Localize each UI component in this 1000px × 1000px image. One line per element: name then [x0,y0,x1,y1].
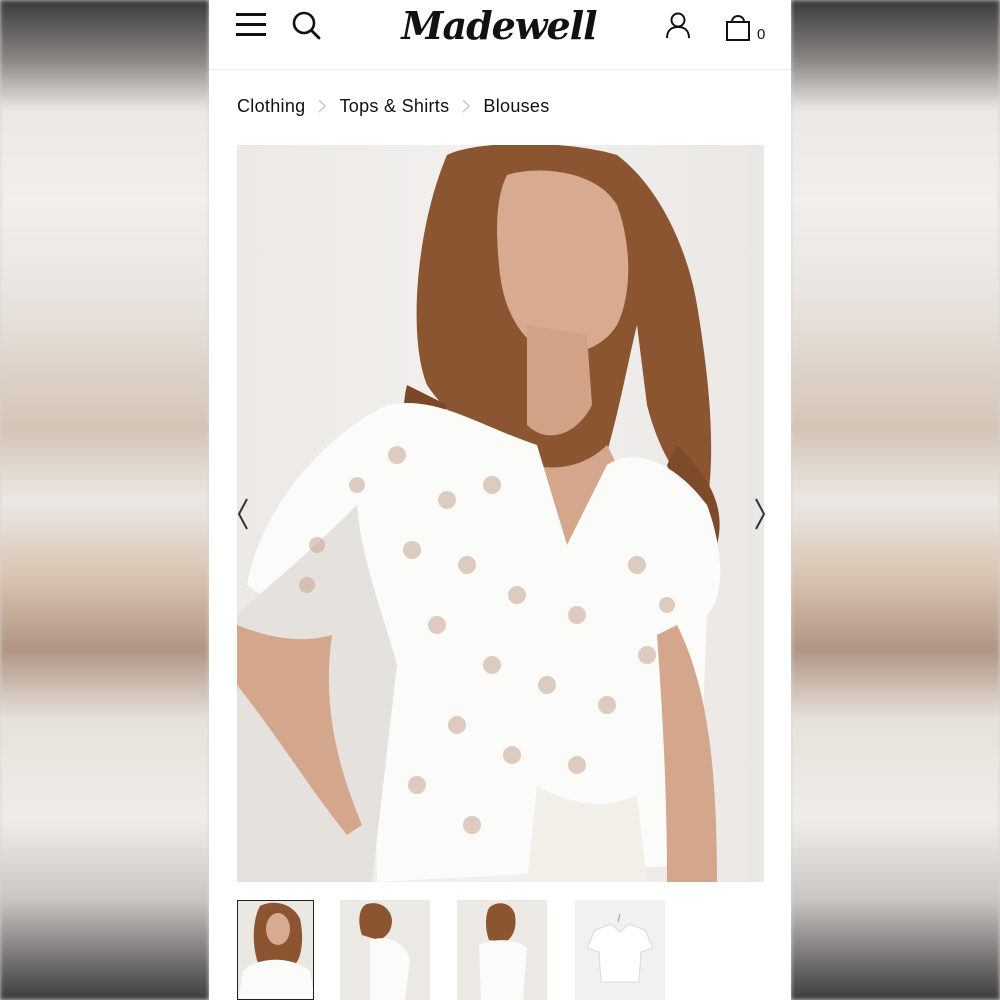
breadcrumb-tops-shirts[interactable]: Tops & Shirts [339,96,449,117]
chevron-right-icon [305,98,339,114]
chevron-right-icon [449,98,483,114]
bag-count: 0 [757,26,766,43]
thumbnail-front-closeup[interactable] [237,900,314,1000]
mobile-page: Madewell 0 Clothing Tops & Shirts Blouse… [209,0,791,1000]
shopping-bag-icon[interactable] [723,10,753,44]
search-icon[interactable] [291,10,323,42]
chevron-left-icon[interactable] [235,495,251,533]
thumbnail-back-view[interactable] [457,900,547,1000]
background-blur-right [791,0,1000,1000]
product-main-image[interactable] [237,145,764,882]
breadcrumb: Clothing Tops & Shirts Blouses [237,94,550,118]
chevron-right-icon[interactable] [752,495,768,533]
brand-logo[interactable]: Madewell [399,0,599,56]
site-header: Madewell 0 [209,0,791,70]
model-photo [237,145,721,882]
background-blur-left [0,0,209,1000]
thumbnail-flat-lay[interactable] [575,900,665,1000]
thumbnail-side-view[interactable] [340,900,430,1000]
account-icon[interactable] [664,10,692,42]
menu-icon[interactable] [236,13,266,37]
breadcrumb-clothing[interactable]: Clothing [237,96,305,117]
breadcrumb-blouses[interactable]: Blouses [483,96,549,117]
